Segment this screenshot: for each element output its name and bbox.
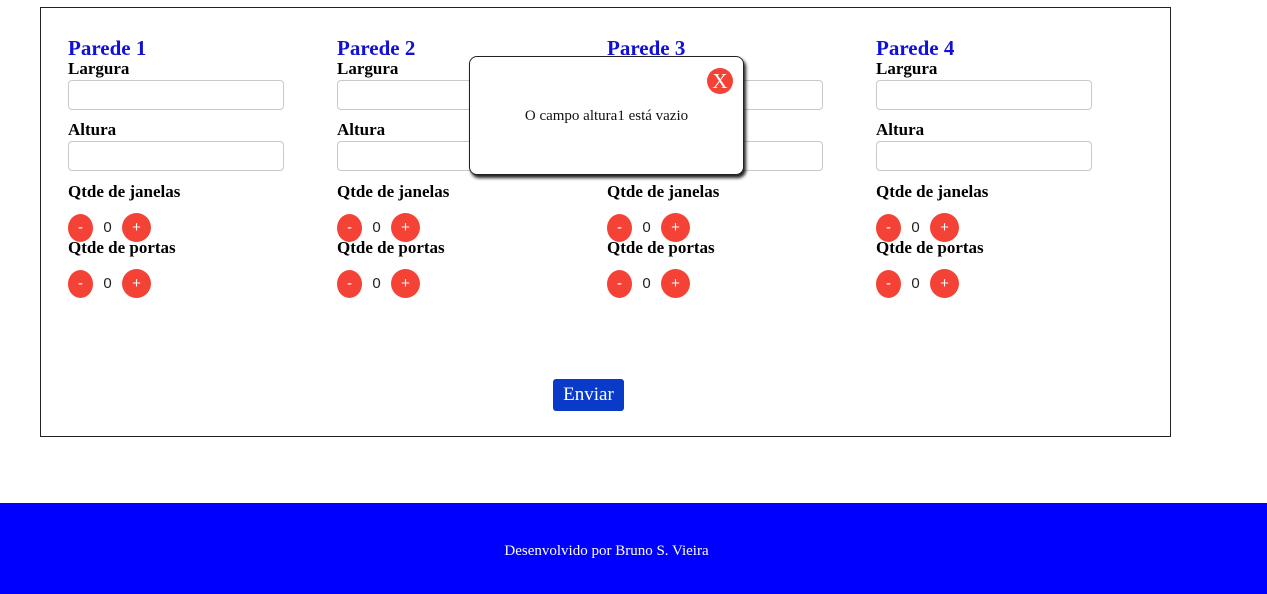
wall-4-altura-label: Altura — [876, 120, 925, 139]
wall-4-altura-input[interactable] — [876, 141, 1092, 171]
wall-3-janelas-count: 0 — [642, 219, 651, 236]
alert-message: O campo altura1 está vazio — [524, 108, 689, 124]
wall-4-portas-stepper: - 0 + — [876, 269, 1116, 298]
wall-2-portas-plus-button[interactable]: + — [391, 269, 420, 298]
wall-4-section: Parede 4 Largura Altura Qtde de janelas … — [876, 36, 1116, 298]
wall-4-portas-count: 0 — [911, 275, 920, 292]
wall-4-janelas-count: 0 — [911, 219, 920, 236]
wall-1-largura-label: Largura — [68, 59, 130, 78]
wall-4-portas-plus-button[interactable]: + — [930, 269, 959, 298]
wall-2-janelas-count: 0 — [372, 219, 381, 236]
wall-1-portas-count: 0 — [103, 275, 112, 292]
wall-4-portas-minus-button[interactable]: - — [876, 269, 901, 298]
wall-1-janelas-count: 0 — [103, 219, 112, 236]
alert-modal: X O campo altura1 está vazio — [469, 56, 744, 175]
wall-3-portas-stepper: - 0 + — [607, 269, 847, 298]
wall-2-portas-label: Qtde de portas — [337, 238, 445, 257]
wall-2-portas-count: 0 — [372, 275, 381, 292]
wall-1-portas-minus-button[interactable]: - — [68, 269, 93, 298]
wall-4-largura-label: Largura — [876, 59, 938, 78]
close-icon[interactable]: X — [707, 68, 733, 94]
wall-3-portas-minus-button[interactable]: - — [607, 269, 632, 298]
wall-4-title: Parede 4 — [876, 36, 955, 60]
wall-1-section: Parede 1 Largura Altura Qtde de janelas … — [68, 36, 308, 298]
footer-credit: Desenvolvido por Bruno S. Vieira — [504, 543, 709, 559]
wall-2-portas-minus-button[interactable]: - — [337, 269, 362, 298]
wall-1-title: Parede 1 — [68, 36, 147, 60]
wall-1-portas-plus-button[interactable]: + — [122, 269, 151, 298]
submit-button[interactable]: Enviar — [553, 379, 624, 411]
wall-1-largura-input[interactable] — [68, 80, 284, 110]
wall-3-portas-label: Qtde de portas — [607, 238, 715, 257]
wall-4-largura-input[interactable] — [876, 80, 1092, 110]
wall-1-portas-stepper: - 0 + — [68, 269, 308, 298]
wall-3-portas-count: 0 — [642, 275, 651, 292]
wall-3-janelas-label: Qtde de janelas — [607, 182, 720, 201]
wall-2-portas-stepper: - 0 + — [337, 269, 577, 298]
wall-3-portas-plus-button[interactable]: + — [661, 269, 690, 298]
footer: Desenvolvido por Bruno S. Vieira — [0, 503, 1267, 594]
wall-1-altura-input[interactable] — [68, 141, 284, 171]
wall-1-portas-label: Qtde de portas — [68, 238, 176, 257]
wall-2-janelas-label: Qtde de janelas — [337, 182, 450, 201]
wall-4-portas-label: Qtde de portas — [876, 238, 984, 257]
wall-1-janelas-label: Qtde de janelas — [68, 182, 181, 201]
wall-4-janelas-label: Qtde de janelas — [876, 182, 989, 201]
wall-1-altura-label: Altura — [68, 120, 117, 139]
